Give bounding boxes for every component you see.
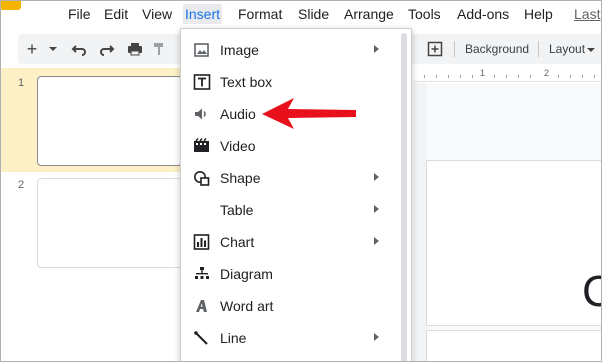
word-art-icon [193, 298, 211, 314]
shape-icon [193, 170, 211, 186]
video-icon [193, 138, 211, 154]
chart-icon [193, 234, 211, 250]
toolbar-divider [538, 41, 539, 57]
insert-menu-shape[interactable]: Shape [181, 162, 401, 194]
diagram-icon [193, 266, 211, 282]
slides-logo-icon[interactable] [0, 0, 21, 10]
slide-filmstrip: 1 2 [0, 68, 182, 362]
horizontal-ruler: 1 2 [414, 68, 602, 82]
layout-button[interactable]: Layout [549, 38, 585, 60]
slide-number: 1 [18, 77, 25, 89]
new-slide-plus-icon[interactable]: + [24, 38, 40, 60]
insert-menu-line[interactable]: Line [181, 322, 401, 354]
slide-canvas[interactable] [426, 160, 602, 326]
menu-item-label: Chart [220, 234, 255, 250]
menu-view[interactable]: View [140, 4, 174, 24]
insert-menu-chart[interactable]: Chart [181, 226, 401, 258]
slide-row-1[interactable]: 1 [0, 68, 182, 172]
menu-scrollbar[interactable] [401, 33, 407, 362]
insert-menu: Image Text box Audio Video Shape Table C [180, 28, 412, 362]
insert-menu-diagram[interactable]: Diagram [181, 258, 401, 290]
text-box-icon [193, 74, 211, 90]
paint-format-icon[interactable] [152, 38, 166, 60]
undo-icon[interactable] [70, 38, 88, 60]
annotation-arrow-icon [262, 98, 356, 129]
slide-number: 2 [18, 179, 25, 191]
menu-item-label: Table [220, 202, 254, 218]
menu-item-label: Video [220, 138, 256, 154]
last-edit-link[interactable]: Last [572, 4, 602, 24]
layout-dropdown-icon[interactable] [586, 38, 596, 60]
print-icon[interactable] [126, 38, 144, 60]
canvas-gutter [414, 83, 426, 362]
menu-item-label: Image [220, 42, 259, 58]
insert-menu-image[interactable]: Image [181, 34, 401, 66]
submenu-arrow-icon [374, 205, 379, 213]
menu-bar: File Edit View Insert Format Slide Arran… [0, 0, 602, 28]
toolbar-divider [454, 41, 455, 57]
menu-item-label: Text box [220, 74, 273, 90]
slide-thumbnail-2[interactable] [37, 178, 182, 268]
insert-menu-word-art[interactable]: Word art [181, 290, 401, 322]
ruler-mark: 2 [544, 68, 550, 78]
slide-canvas-next[interactable] [426, 330, 602, 362]
new-slide-dropdown-icon[interactable] [48, 38, 58, 60]
submenu-arrow-icon [374, 45, 379, 53]
slide-thumbnail-1[interactable] [37, 76, 182, 166]
insert-menu-video[interactable]: Video [181, 130, 401, 162]
menu-slide[interactable]: Slide [296, 4, 331, 24]
insert-menu-table[interactable]: Table [181, 194, 401, 226]
menu-edit[interactable]: Edit [102, 4, 130, 24]
menu-file[interactable]: File [66, 4, 93, 24]
submenu-arrow-icon [374, 333, 379, 341]
submenu-arrow-icon [374, 173, 379, 181]
submenu-arrow-icon [374, 237, 379, 245]
menu-item-label: Line [220, 330, 247, 346]
menu-arrange[interactable]: Arrange [342, 4, 396, 24]
menu-item-label: Shape [220, 170, 261, 186]
menu-item-label: Word art [220, 298, 274, 314]
background-button[interactable]: Background [465, 38, 529, 60]
menu-tools[interactable]: Tools [406, 4, 443, 24]
ruler-mark: 1 [480, 68, 486, 78]
line-icon [193, 330, 211, 346]
menu-format[interactable]: Format [236, 4, 284, 24]
redo-icon[interactable] [98, 38, 116, 60]
menu-item-label: Audio [220, 106, 256, 122]
menu-help[interactable]: Help [522, 4, 555, 24]
slide-title-text[interactable]: C [582, 270, 602, 314]
image-icon [193, 42, 211, 58]
menu-add-ons[interactable]: Add-ons [455, 4, 511, 24]
comment-add-icon[interactable] [426, 38, 444, 60]
menu-insert[interactable]: Insert [183, 4, 223, 24]
insert-menu-text-box[interactable]: Text box [181, 66, 401, 98]
slide-row-2[interactable]: 2 [0, 172, 182, 272]
menu-item-label: Diagram [220, 266, 273, 282]
audio-icon [193, 106, 211, 122]
